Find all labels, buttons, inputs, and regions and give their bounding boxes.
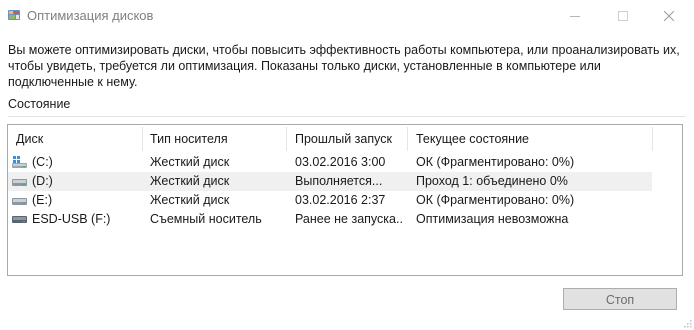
window-title: Оптимизация дисков <box>27 8 154 23</box>
defrag-app-icon <box>8 10 20 20</box>
drive-name: (C:) <box>32 155 53 169</box>
column-header-last-run[interactable]: Прошлый запуск <box>287 125 407 153</box>
media-type: Жесткий диск <box>150 193 230 207</box>
resize-grip-icon[interactable] <box>682 318 692 328</box>
last-run: 03.02.2016 3:00 <box>295 155 386 169</box>
table-row[interactable]: (C:) Жесткий диск 03.02.2016 3:00 ОК (Фр… <box>8 153 652 172</box>
current-status: Оптимизация невозможна <box>416 212 569 226</box>
status-section-label: Состояние <box>8 97 71 111</box>
media-type: Жесткий диск <box>150 174 230 188</box>
maximize-icon <box>618 11 628 21</box>
drive-name: ESD-USB (F:) <box>32 212 111 226</box>
optimize-drives-window: Оптимизация дисков Вы можете оптимизиров… <box>0 0 694 330</box>
column-header-current-status[interactable]: Текущее состояние <box>408 125 648 153</box>
list-header: Диск Тип носителя Прошлый запуск Текущее… <box>8 125 682 153</box>
current-status: ОК (Фрагментировано: 0%) <box>416 155 575 169</box>
minimize-icon <box>570 16 580 17</box>
minimize-button[interactable] <box>552 0 598 32</box>
drive-name: (D:) <box>32 174 53 188</box>
close-button[interactable] <box>646 0 692 32</box>
column-header-drive[interactable]: Диск <box>8 125 142 153</box>
media-type: Съемный носитель <box>150 212 262 226</box>
close-icon <box>664 11 674 21</box>
column-divider[interactable] <box>652 127 653 151</box>
title-bar[interactable]: Оптимизация дисков <box>0 0 694 32</box>
stop-button[interactable]: Стоп <box>563 288 677 310</box>
system-drive-icon <box>12 156 27 168</box>
hard-drive-icon <box>12 198 27 205</box>
media-type: Жесткий диск <box>150 155 230 169</box>
last-run: Ранее не запуска... <box>295 212 403 226</box>
current-status: Проход 1: объединено 0% <box>416 174 568 188</box>
table-row[interactable]: ESD-USB (F:) Съемный носитель Ранее не з… <box>8 210 652 229</box>
table-row[interactable]: (D:) Жесткий диск Выполняется... Проход … <box>8 172 652 191</box>
drive-name: (E:) <box>32 193 53 207</box>
drives-list[interactable]: Диск Тип носителя Прошлый запуск Текущее… <box>7 124 683 276</box>
last-run: Выполняется... <box>295 174 383 188</box>
maximize-button[interactable] <box>600 0 646 32</box>
hard-drive-icon <box>12 179 27 186</box>
description-text: Вы можете оптимизировать диски, чтобы по… <box>8 43 680 89</box>
current-status: ОК (Фрагментировано: 0%) <box>416 193 575 207</box>
section-divider <box>8 116 686 117</box>
usb-drive-icon <box>12 216 27 223</box>
table-row[interactable]: (E:) Жесткий диск 03.02.2016 2:37 ОК (Фр… <box>8 191 652 210</box>
last-run: 03.02.2016 2:37 <box>295 193 386 207</box>
column-header-media-type[interactable]: Тип носителя <box>142 125 286 153</box>
